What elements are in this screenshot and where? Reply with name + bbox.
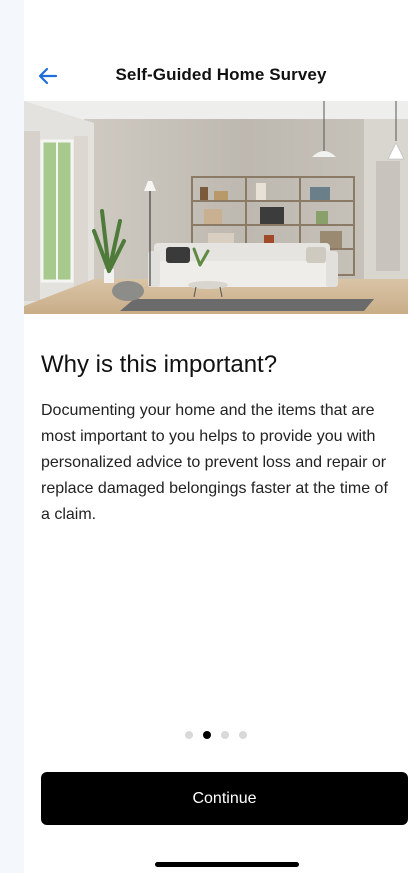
survey-screen: Self-Guided Home Survey Why is this impo… (24, 0, 408, 873)
background-strip (0, 0, 24, 873)
living-room-illustration (24, 101, 408, 314)
page-dot-1[interactable] (185, 731, 193, 739)
home-indicator (155, 862, 299, 867)
page-title: Self-Guided Home Survey (115, 65, 327, 84)
section-body: Documenting your home and the items that… (41, 402, 388, 523)
page-indicator (24, 731, 408, 741)
hero-image (24, 101, 408, 314)
continue-button[interactable]: Continue (41, 772, 408, 825)
page-dot-4[interactable] (239, 731, 247, 739)
app-header: Self-Guided Home Survey (24, 56, 408, 96)
page-dot-2-active[interactable] (203, 731, 211, 739)
back-button[interactable] (34, 62, 62, 90)
page-dot-3[interactable] (221, 731, 229, 739)
arrow-left-icon (38, 67, 58, 85)
section-heading: Why is this important? (41, 351, 278, 378)
